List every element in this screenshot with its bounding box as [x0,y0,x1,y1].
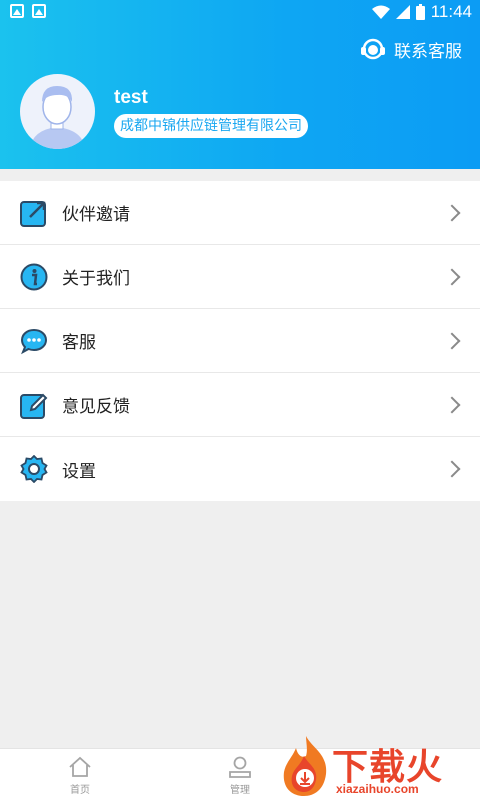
menu-item-invite[interactable]: 伙伴邀请 [0,181,480,245]
chevron-right-icon [443,332,461,349]
menu-label: 关于我们 [62,269,130,289]
chevron-right-icon [443,268,461,285]
profile-header: 11:44 联系客服 test 成都中锦供应链管理有限公司 [0,0,480,169]
share-icon [20,201,46,227]
chevron-right-icon [443,396,461,413]
clock: 11:44 [430,2,472,21]
contact-service-button[interactable]: 联系客服 [360,36,462,62]
edit-icon [20,393,48,419]
status-right: 11:44 [371,2,472,22]
flame-logo-icon [283,736,327,796]
menu-label: 客服 [62,333,96,353]
chat-icon [20,328,48,355]
tab-home[interactable]: 首页 [50,755,110,796]
battery-icon [415,4,425,20]
status-bar: 11:44 [0,0,480,24]
tab-label: 首页 [70,785,90,796]
tab-manage[interactable]: 管理 [210,755,270,796]
menu-item-about[interactable]: 关于我们 [0,245,480,309]
menu-label: 意见反馈 [62,397,130,417]
menu-label: 伙伴邀请 [62,205,130,225]
watermark-url: xiazaihuo.com [336,782,419,796]
username: test [114,87,148,108]
chevron-right-icon [443,204,461,221]
headset-icon [361,38,385,60]
chevron-right-icon [443,460,461,478]
tab-label: 管理 [230,785,250,796]
default-avatar-icon [30,86,85,149]
contact-service-label: 联系客服 [394,41,462,62]
menu-item-settings[interactable]: 设置 [0,437,480,501]
gear-icon [20,455,48,483]
avatar[interactable] [20,74,95,149]
menu-item-feedback[interactable]: 意见反馈 [0,373,480,437]
image-notification-icon [10,4,24,18]
menu-label: 设置 [62,461,96,482]
home-icon [69,756,91,777]
notification-icons [10,4,46,18]
info-icon [20,263,48,291]
watermark-logo: 下载火 xiazaihuo.com [278,734,474,800]
signal-icon [395,5,410,19]
company-badge: 成都中锦供应链管理有限公司 [114,114,308,138]
app-notification-icon [32,4,46,18]
menu-item-service[interactable]: 客服 [0,309,480,373]
user-icon [229,756,251,778]
wifi-icon [371,5,390,19]
settings-menu: 伙伴邀请 关于我们 客服 意见反馈 设置 [0,181,480,501]
